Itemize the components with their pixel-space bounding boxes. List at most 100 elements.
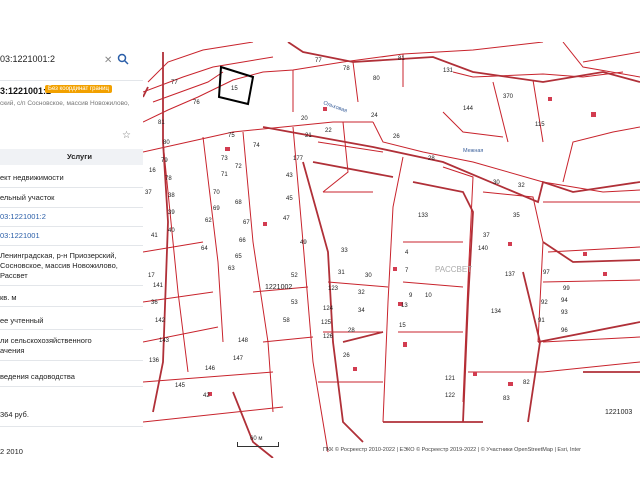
- parcel-label: 91: [538, 318, 545, 324]
- parcel-label: 30: [493, 180, 500, 186]
- parcel-label: 72: [235, 164, 242, 170]
- parcel-label: 66: [239, 238, 246, 244]
- parcel-label: 24: [371, 113, 378, 119]
- quarter-label: 1221002: [265, 284, 292, 291]
- detail-row: ее учтенный: [0, 316, 44, 325]
- parcel-label: 47: [283, 216, 290, 222]
- detail-row: кв. м: [0, 293, 17, 302]
- parcel-label: 81: [398, 56, 405, 62]
- parcel-label: 142: [155, 318, 166, 324]
- parcel-label: 145: [175, 383, 186, 389]
- parcel-label: 144: [463, 106, 474, 112]
- detail-link[interactable]: 03:1221001: [0, 231, 143, 241]
- parcel-label: 115: [535, 122, 545, 128]
- parcel-label: 37: [483, 233, 490, 239]
- parcel-label: 62: [205, 218, 212, 224]
- map-scale-label: 60 м: [250, 436, 263, 442]
- parcel-label: 28: [348, 328, 355, 334]
- street-label: Межная: [463, 148, 483, 154]
- parcel-label: 38: [168, 193, 175, 199]
- parcel-label: 93: [561, 310, 568, 316]
- parcel-label: 80: [163, 140, 170, 146]
- favorite-star-icon[interactable]: ☆: [122, 130, 131, 141]
- parcel-label: 36: [151, 300, 158, 306]
- parcel-label: 81: [158, 120, 165, 126]
- parcel-label: 21: [305, 133, 312, 139]
- parcel-label: 30: [365, 273, 372, 279]
- parcel-label: 63: [228, 266, 235, 272]
- parcel-label: 20: [301, 116, 308, 122]
- tab-services[interactable]: Услуги: [67, 152, 92, 161]
- parcel-label: 31: [338, 270, 345, 276]
- cadastral-map[interactable]: 77 76 81 80 79 78 15 75 74 73 72 71 70 6…: [143, 42, 640, 458]
- parcel-label: 122: [445, 393, 456, 399]
- parcel-label: 28: [428, 156, 435, 162]
- parcel-label: 49: [300, 240, 307, 246]
- parcel-label: 26: [393, 134, 400, 140]
- parcel-label: 136: [149, 358, 160, 364]
- parcel-label: 82: [523, 380, 530, 386]
- detail-row: 364 руб.: [0, 410, 29, 419]
- parcel-label: 13: [401, 303, 408, 309]
- parcel-label: 42: [203, 393, 210, 399]
- parcel-label: 148: [238, 338, 249, 344]
- parcel-label: 64: [201, 246, 208, 252]
- bottom-blank: [0, 458, 640, 480]
- parcel-label: 121: [445, 376, 456, 382]
- parcel-label: 97: [543, 270, 550, 276]
- parcel-label: 99: [563, 286, 570, 292]
- parcel-label: 92: [541, 300, 548, 306]
- parcel-label: 79: [161, 158, 168, 164]
- map-attribution: ПКК © Росреестр 2010-2022 | ЕЭКО © Росре…: [323, 447, 581, 453]
- parcel-label: 52: [291, 273, 298, 279]
- parcel-label: 177: [293, 156, 304, 162]
- detail-link[interactable]: 03:1221001:2: [0, 212, 143, 222]
- parcel-label: 137: [505, 272, 516, 278]
- parcel-label: 10: [425, 293, 432, 299]
- parcel-label: 143: [159, 338, 170, 344]
- parcel-label: 96: [561, 328, 568, 334]
- parcel-label: 147: [233, 356, 244, 362]
- status-badge: Без координат границ: [45, 85, 112, 93]
- parcel-label: 32: [358, 290, 365, 296]
- parcel-label: 140: [478, 246, 489, 252]
- cadastral-number-title: 3:1221001:2: [0, 86, 52, 96]
- clear-search-icon[interactable]: ✕: [104, 55, 112, 66]
- parcel-label: 39: [168, 210, 175, 216]
- search-input[interactable]: [0, 54, 100, 64]
- parcel-label: 15: [399, 323, 406, 329]
- parcel-label: 41: [151, 233, 158, 239]
- object-address: ский, с/п Сосновское, массив Новожилово,: [0, 100, 130, 107]
- parcel-label: 74: [253, 143, 260, 149]
- detail-row: ли сельскохозяйственного: [0, 336, 92, 345]
- parcel-label: 26: [343, 353, 350, 359]
- parcel-label: 78: [165, 176, 172, 182]
- parcel-label: 22: [325, 128, 332, 134]
- parcel-label: 40: [168, 228, 175, 234]
- parcel-label: 69: [213, 206, 220, 212]
- parcel-label: 73: [221, 156, 228, 162]
- search-icon[interactable]: [117, 53, 129, 65]
- parcel-label: 83: [503, 396, 510, 402]
- info-panel: ✕ 3:1221001:2 Без координат границ ский,…: [0, 42, 144, 458]
- parcel-label: 68: [235, 200, 242, 206]
- parcel-label: 35: [513, 213, 520, 219]
- detail-row: 2 2010: [0, 447, 23, 456]
- detail-row: Ленинградская, р-н Приозерский,: [0, 251, 117, 260]
- detail-row: ачения: [0, 346, 25, 355]
- parcel-label: 34: [358, 308, 365, 314]
- detail-row: ельный участок: [0, 193, 55, 202]
- map-scale-bar: [237, 442, 279, 447]
- parcel-label: 131: [443, 68, 454, 74]
- parcel-label: 45: [286, 196, 293, 202]
- parcel-label: 124: [323, 306, 334, 312]
- parcel-label: 15: [231, 86, 238, 92]
- quarter-label: 1221003: [605, 409, 632, 416]
- massif-label: РАССВЕТ: [435, 265, 472, 274]
- parcel-label: 70: [213, 190, 220, 196]
- parcel-label: 32: [518, 183, 525, 189]
- parcel-label: 126: [323, 334, 334, 340]
- parcel-label: 67: [243, 220, 250, 226]
- parcel-label: 123: [328, 286, 339, 292]
- detail-row: Рассвет: [0, 271, 28, 280]
